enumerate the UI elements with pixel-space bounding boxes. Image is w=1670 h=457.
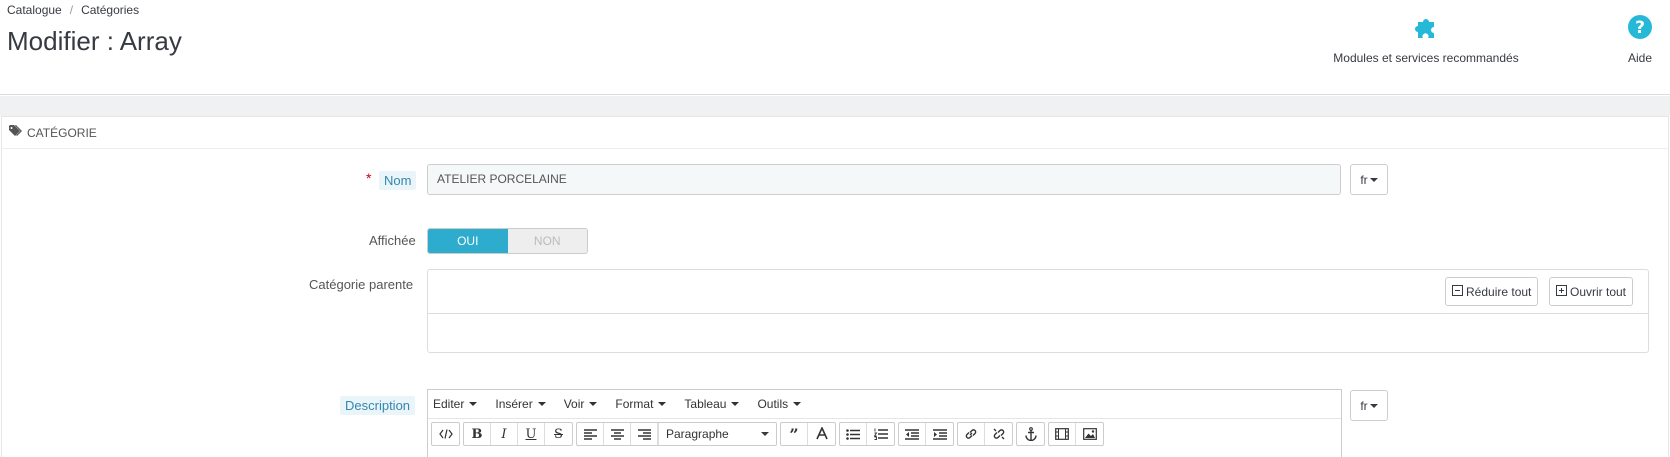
chevron-down-icon	[761, 432, 769, 436]
aide-label: Aide	[1627, 51, 1653, 65]
category-tree-toolbar: Réduire tout Ouvrir tout	[428, 270, 1648, 314]
bold-icon[interactable]: B	[464, 423, 491, 445]
unlink-icon[interactable]	[985, 423, 1012, 445]
description-lang-label: fr	[1360, 398, 1368, 413]
align-center-icon[interactable]	[604, 423, 631, 445]
breadcrumb-catalogue[interactable]: Catalogue	[7, 3, 62, 17]
tags-icon	[9, 125, 27, 140]
content-gutter	[0, 96, 1670, 116]
affichee-switch[interactable]: OUI NON	[427, 228, 588, 254]
toolbar-group-quote: ”	[780, 422, 836, 446]
chevron-down-icon	[1369, 403, 1378, 408]
menu-format[interactable]: Format	[613, 397, 668, 411]
expand-all-button[interactable]: Ouvrir tout	[1549, 277, 1634, 306]
affichee-non-option[interactable]: NON	[508, 229, 588, 253]
italic-icon[interactable]: I	[491, 423, 518, 445]
menu-outils-label: Outils	[757, 397, 789, 411]
editor-menubar: Editer Insérer Voir Format Tableau Outil…	[428, 390, 1341, 419]
category-tree: Réduire tout Ouvrir tout	[427, 269, 1649, 353]
chevron-down-icon	[731, 402, 740, 406]
puzzle-icon	[1326, 14, 1526, 43]
menu-editer-label: Editer	[433, 397, 465, 411]
menu-tableau[interactable]: Tableau	[682, 397, 741, 411]
expand-all-label: Ouvrir tout	[1570, 284, 1627, 299]
panel-heading: CATÉGORIE	[2, 117, 1668, 149]
nom-lang-dropdown[interactable]: fr	[1350, 164, 1388, 195]
block-format-select[interactable]: Paragraphe	[658, 423, 776, 445]
source-code-icon[interactable]	[432, 423, 459, 445]
panel-heading-label: CATÉGORIE	[27, 125, 97, 140]
collapse-icon	[1452, 284, 1466, 299]
description-label: Description	[340, 396, 416, 415]
nom-label: Nom	[379, 171, 417, 190]
chevron-down-icon	[658, 402, 667, 406]
chevron-down-icon	[793, 402, 802, 406]
menu-editer[interactable]: Editer	[431, 397, 479, 411]
toolbar-group-indent	[898, 422, 954, 446]
text-color-icon[interactable]	[808, 423, 835, 445]
svg-text:?: ?	[1635, 18, 1645, 38]
toolbar-group-align: Paragraphe	[576, 422, 777, 446]
menu-voir[interactable]: Voir	[562, 397, 600, 411]
toolbar-group-links	[957, 422, 1013, 446]
blockquote-icon[interactable]: ”	[781, 423, 808, 445]
breadcrumb-categories[interactable]: Catégories	[81, 3, 139, 17]
required-marker: *	[366, 170, 372, 186]
align-right-icon[interactable]	[631, 423, 658, 445]
chevron-down-icon	[469, 402, 478, 406]
page-header: Catalogue / Catégories Modifier : Array Mo…	[0, 0, 1670, 95]
affichee-oui-option[interactable]: OUI	[428, 229, 508, 253]
bullet-list-icon[interactable]	[840, 423, 867, 445]
link-icon[interactable]	[958, 423, 985, 445]
breadcrumb-separator: /	[69, 3, 74, 17]
affichee-label: Affichée	[369, 233, 416, 248]
menu-format-label: Format	[615, 397, 654, 411]
strikethrough-icon[interactable]: S	[545, 423, 572, 445]
chevron-down-icon	[589, 402, 598, 406]
breadcrumb: Catalogue / Catégories	[7, 3, 139, 17]
nom-input[interactable]: ATELIER PORCELAINE	[427, 164, 1341, 195]
categorie-parente-label: Catégorie parente	[309, 277, 414, 292]
toolbar-group-media	[1048, 422, 1104, 446]
video-icon[interactable]	[1049, 423, 1076, 445]
modules-button[interactable]: Modules et services recommandés	[1326, 14, 1526, 65]
toolbar-group-text-style: B I U S	[463, 422, 573, 446]
toolbar-group-anchor	[1016, 422, 1045, 446]
page: Catalogue / Catégories Modifier : Array Mo…	[0, 0, 1670, 457]
underline-icon[interactable]: U	[518, 423, 545, 445]
chevron-down-icon	[1369, 177, 1378, 182]
collapse-all-label: Réduire tout	[1466, 284, 1532, 299]
menu-voir-label: Voir	[563, 397, 585, 411]
menu-outils[interactable]: Outils	[755, 397, 803, 411]
description-lang-dropdown[interactable]: fr	[1350, 390, 1388, 421]
help-icon: ?	[1622, 14, 1658, 43]
aide-button[interactable]: ? Aide	[1622, 14, 1658, 65]
description-editor[interactable]: Editer Insérer Voir Format Tableau Outil…	[427, 389, 1342, 457]
anchor-icon[interactable]	[1017, 423, 1044, 445]
align-left-icon[interactable]	[577, 423, 604, 445]
page-title: Modifier : Array	[7, 26, 182, 56]
outdent-icon[interactable]	[899, 423, 926, 445]
toolbar-group-code	[431, 422, 460, 446]
chevron-down-icon	[537, 402, 546, 406]
indent-icon[interactable]	[926, 423, 953, 445]
menu-tableau-label: Tableau	[684, 397, 727, 411]
toolbar-group-lists	[839, 422, 895, 446]
expand-icon	[1556, 284, 1570, 299]
modules-label: Modules et services recommandés	[1333, 51, 1519, 65]
numbered-list-icon[interactable]	[867, 423, 894, 445]
collapse-all-button[interactable]: Réduire tout	[1445, 277, 1539, 306]
nom-lang-label: fr	[1360, 172, 1368, 187]
menu-inserer-label: Insérer	[495, 397, 533, 411]
menu-inserer[interactable]: Insérer	[493, 397, 547, 411]
image-icon[interactable]	[1076, 423, 1103, 445]
block-format-value: Paragraphe	[666, 427, 729, 441]
editor-toolbar: B I U S Paragraphe ”	[428, 419, 1341, 449]
